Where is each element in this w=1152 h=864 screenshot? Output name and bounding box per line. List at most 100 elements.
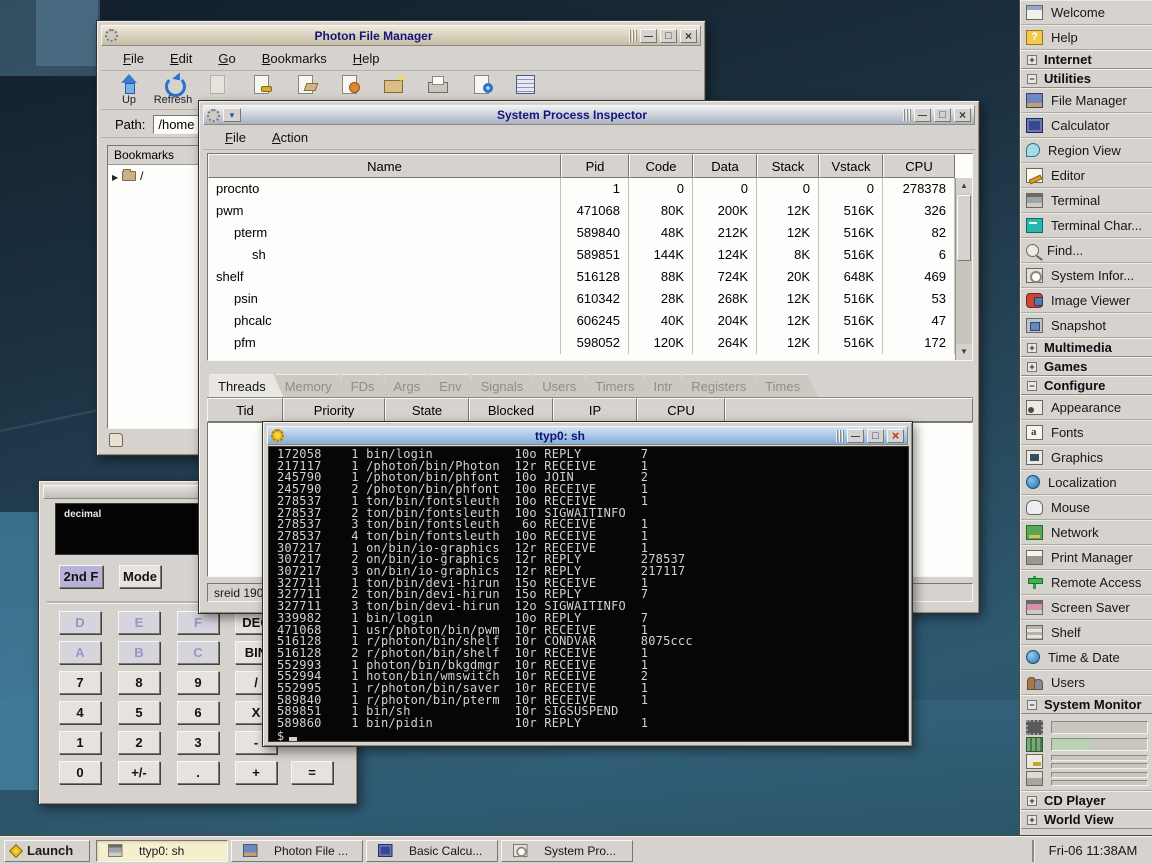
calc-button-[interactable]: +/- (118, 761, 160, 784)
window-menu-gear-icon[interactable] (105, 29, 118, 42)
shelf-group-utilities[interactable]: −Utilities (1021, 69, 1152, 88)
expand-icon[interactable]: + (1027, 815, 1037, 825)
shelf-item-screen-saver[interactable]: Screen Saver (1021, 595, 1152, 620)
minimize-button[interactable] (847, 429, 864, 443)
shelf-item-shelf[interactable]: Shelf (1021, 620, 1152, 645)
shelf-item-terminal-char[interactable]: Terminal Char... (1021, 213, 1152, 238)
window-menu-gear-icon[interactable] (207, 109, 220, 122)
shelf-group-system-monitor[interactable]: −System Monitor (1021, 695, 1152, 714)
calc-button-2[interactable]: 2 (118, 731, 160, 754)
shelf-item-time-date[interactable]: Time & Date (1021, 645, 1152, 670)
process-inspector-titlebar[interactable]: System Process Inspector (203, 105, 975, 125)
column-header-vstack[interactable]: Vstack (819, 154, 883, 178)
fm-menu-edit[interactable]: Edit (170, 51, 192, 66)
calc-button-e[interactable]: E (118, 611, 160, 634)
collapse-icon[interactable]: − (1027, 381, 1037, 391)
calc-button-b[interactable]: B (118, 641, 160, 664)
thread-column-tid[interactable]: Tid (207, 398, 283, 422)
calc-second-function-button[interactable]: 2nd F (59, 565, 103, 588)
thread-column-ip[interactable]: IP (553, 398, 637, 422)
shelf-item-welcome[interactable]: Welcome (1021, 0, 1152, 25)
thread-column-priority[interactable]: Priority (283, 398, 385, 422)
process-name[interactable]: pfm (208, 332, 561, 354)
pi-menu-file[interactable]: File (225, 130, 246, 145)
shelf-item-region-view[interactable]: Region View (1021, 138, 1152, 163)
fm-menu-file[interactable]: File (123, 51, 144, 66)
column-header-name[interactable]: Name (208, 154, 561, 178)
shelf-item-network[interactable]: Network (1021, 520, 1152, 545)
thread-column-state[interactable]: State (385, 398, 469, 422)
tab-args[interactable]: Args (385, 374, 439, 397)
close-button[interactable] (680, 29, 697, 43)
calc-button-1[interactable]: 1 (59, 731, 101, 754)
task-basic-calcu[interactable]: Basic Calcu... (366, 840, 498, 862)
shelf-item-appearance[interactable]: Appearance (1021, 395, 1152, 420)
expand-icon[interactable]: + (1027, 343, 1037, 353)
launch-button[interactable]: Launch (4, 840, 90, 862)
scroll-down-icon[interactable]: ▼ (956, 344, 972, 360)
calc-button-c[interactable]: C (177, 641, 219, 664)
process-name[interactable]: procnto (208, 178, 561, 200)
collapse-icon[interactable]: − (1027, 700, 1037, 710)
fm-menu-bookmarks[interactable]: Bookmarks (262, 51, 327, 66)
shelf-item-graphics[interactable]: Graphics (1021, 445, 1152, 470)
column-header-stack[interactable]: Stack (757, 154, 819, 178)
close-button[interactable] (887, 429, 904, 443)
calc-button-a[interactable]: A (59, 641, 101, 664)
tab-timers[interactable]: Timers (586, 374, 652, 397)
close-button[interactable] (954, 108, 971, 122)
tab-threads[interactable]: Threads (209, 374, 284, 397)
window-dropdown-icon[interactable] (223, 108, 241, 122)
thread-column-blocked[interactable]: Blocked (469, 398, 553, 422)
shelf-item-terminal[interactable]: Terminal (1021, 188, 1152, 213)
toolbar-button-refresh[interactable]: Refresh (151, 72, 195, 109)
calc-button-6[interactable]: 6 (177, 701, 219, 724)
tab-signals[interactable]: Signals (472, 374, 542, 397)
shelf-item-editor[interactable]: Editor (1021, 163, 1152, 188)
task-system-pro[interactable]: System Pro... (501, 840, 633, 862)
minimize-button[interactable] (640, 29, 657, 43)
tab-memory[interactable]: Memory (276, 374, 350, 397)
calc-button-f[interactable]: F (177, 611, 219, 634)
maximize-button[interactable] (867, 429, 884, 443)
scrollbar-thumb[interactable] (957, 195, 971, 261)
shelf-group-configure[interactable]: −Configure (1021, 376, 1152, 395)
terminal-content[interactable]: 172058 1 bin/login 10o REPLY 7 217117 1 … (268, 446, 909, 742)
calc-button-[interactable]: . (177, 761, 219, 784)
process-name[interactable]: pwm (208, 200, 561, 222)
calc-button-0[interactable]: 0 (59, 761, 101, 784)
column-header-pid[interactable]: Pid (561, 154, 629, 178)
maximize-button[interactable] (660, 29, 677, 43)
calc-button-d[interactable]: D (59, 611, 101, 634)
shelf-group-cd-player[interactable]: +CD Player (1021, 791, 1152, 810)
calc-button-5[interactable]: 5 (118, 701, 160, 724)
process-table-scrollbar[interactable]: ▲ ▼ (955, 178, 972, 360)
expand-icon[interactable]: + (1027, 796, 1037, 806)
process-name[interactable]: pterm (208, 222, 561, 244)
shelf-group-internet[interactable]: +Internet (1021, 50, 1152, 69)
tree-expand-icon[interactable] (112, 169, 118, 183)
calc-button-3[interactable]: 3 (177, 731, 219, 754)
maximize-button[interactable] (934, 108, 951, 122)
shelf-group-games[interactable]: +Games (1021, 357, 1152, 376)
calc-button-8[interactable]: 8 (118, 671, 160, 694)
tab-times[interactable]: Times (756, 374, 818, 397)
file-manager-titlebar[interactable]: Photon File Manager (101, 25, 701, 46)
calc-button-[interactable]: + (235, 761, 277, 784)
minimize-button[interactable] (914, 108, 931, 122)
tab-registers[interactable]: Registers (682, 374, 764, 397)
shelf-group-world-view[interactable]: +World View (1021, 810, 1152, 829)
shelf-item-users[interactable]: Users (1021, 670, 1152, 695)
expand-icon[interactable]: + (1027, 362, 1037, 372)
column-header-cpu[interactable]: CPU (883, 154, 955, 178)
shelf-item-help[interactable]: Help (1021, 25, 1152, 50)
scroll-up-icon[interactable]: ▲ (956, 178, 972, 194)
column-header-data[interactable]: Data (693, 154, 757, 178)
collapse-icon[interactable]: − (1027, 74, 1037, 84)
toolbar-button-up[interactable]: Up (107, 72, 151, 109)
process-name[interactable]: psin (208, 288, 561, 310)
shelf-group-multimedia[interactable]: +Multimedia (1021, 338, 1152, 357)
shelf-item-snapshot[interactable]: Snapshot (1021, 313, 1152, 338)
pi-menu-action[interactable]: Action (272, 130, 308, 145)
terminal-titlebar[interactable]: ttyp0: sh (267, 426, 908, 445)
